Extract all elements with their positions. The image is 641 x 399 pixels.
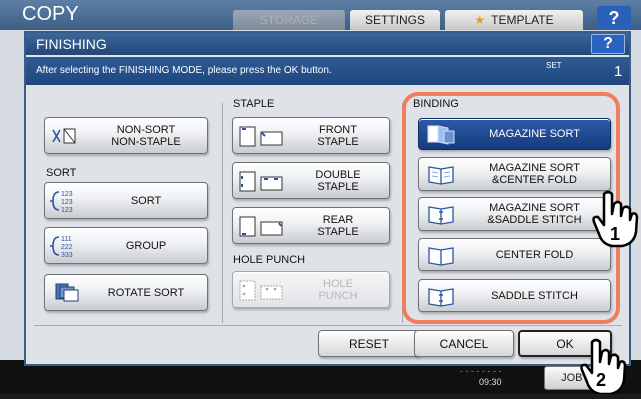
- hole-punch-section-label: HOLE PUNCH: [233, 254, 306, 266]
- binding-highlight-frame: [402, 92, 620, 324]
- group-label: GROUP: [125, 239, 167, 252]
- hole-punch-button[interactable]: HOLE PUNCH: [232, 271, 390, 308]
- sort-icon-digits-2: 123: [61, 199, 73, 206]
- tab-settings[interactable]: SETTINGS: [350, 10, 440, 30]
- instruction-message: After selecting the FINISHING MODE, plea…: [36, 65, 332, 76]
- group-icon: 111 222 333: [45, 232, 89, 260]
- front-staple-icon: [233, 122, 291, 150]
- dialog-title: FINISHING: [36, 36, 107, 52]
- dialog-title-bar: FINISHING ?: [26, 33, 629, 55]
- group-icon-digits-2: 222: [61, 244, 73, 251]
- set-count: 1: [614, 63, 623, 80]
- sort-icon-digits-3: 123: [61, 207, 73, 214]
- hole-punch-icon: [233, 276, 291, 304]
- sort-button[interactable]: 123 123 123 SORT: [44, 182, 208, 219]
- rotate-sort-button[interactable]: ROTATE SORT: [44, 274, 208, 311]
- front-staple-label: FRONT STAPLE: [317, 123, 359, 148]
- footer-divider: [34, 325, 622, 326]
- group-icon-digits-3: 333: [61, 252, 73, 259]
- double-staple-icon: [233, 167, 291, 195]
- cancel-button[interactable]: CANCEL: [414, 330, 514, 357]
- help-button[interactable]: ?: [597, 6, 631, 30]
- reset-button[interactable]: RESET: [318, 330, 420, 357]
- dialog-help-button[interactable]: ?: [591, 34, 625, 54]
- column-divider-1: [222, 103, 223, 323]
- tab-template-label: TEMPLATE: [491, 13, 554, 27]
- binding-section-label: BINDING: [411, 98, 461, 110]
- tab-template[interactable]: ★ TEMPLATE: [445, 10, 583, 30]
- set-label: SET: [546, 61, 562, 70]
- double-staple-button[interactable]: DOUBLE STAPLE: [232, 162, 390, 199]
- group-button[interactable]: 111 222 333 GROUP: [44, 227, 208, 264]
- step-2-number: 2: [596, 370, 606, 390]
- app-title: COPY: [22, 3, 79, 25]
- front-staple-button[interactable]: FRONT STAPLE: [232, 117, 390, 154]
- step-1-number: 1: [610, 224, 620, 244]
- step-1-pointer: 1: [590, 190, 640, 255]
- rotate-sort-label: ROTATE SORT: [107, 286, 185, 299]
- rear-staple-label: REAR STAPLE: [317, 213, 359, 238]
- step-2-pointer: 2: [578, 338, 628, 399]
- sort-label: SORT: [130, 194, 162, 207]
- hole-punch-label: HOLE PUNCH: [318, 277, 358, 302]
- group-icon-digits-1: 111: [61, 236, 72, 243]
- sort-icon-digits-1: 123: [61, 191, 73, 198]
- star-icon: ★: [474, 13, 486, 27]
- non-sort-icon: [45, 122, 89, 150]
- rear-staple-button[interactable]: REAR STAPLE: [232, 207, 390, 244]
- non-sort-non-staple-button[interactable]: NON-SORT NON-STAPLE: [44, 117, 208, 154]
- non-sort-label: NON-SORT NON-STAPLE: [111, 123, 181, 148]
- rotate-sort-icon: [45, 279, 89, 307]
- clock: - - - - - - - -09:30: [460, 366, 502, 387]
- rear-staple-icon: [233, 212, 291, 240]
- sort-section-label: SORT: [46, 167, 77, 179]
- double-staple-label: DOUBLE STAPLE: [315, 168, 361, 193]
- staple-section-label: STAPLE: [233, 98, 275, 110]
- message-bar: After selecting the FINISHING MODE, plea…: [26, 57, 629, 85]
- sort-icon: 123 123 123: [45, 187, 89, 215]
- tab-storage[interactable]: STORAGE: [233, 10, 345, 30]
